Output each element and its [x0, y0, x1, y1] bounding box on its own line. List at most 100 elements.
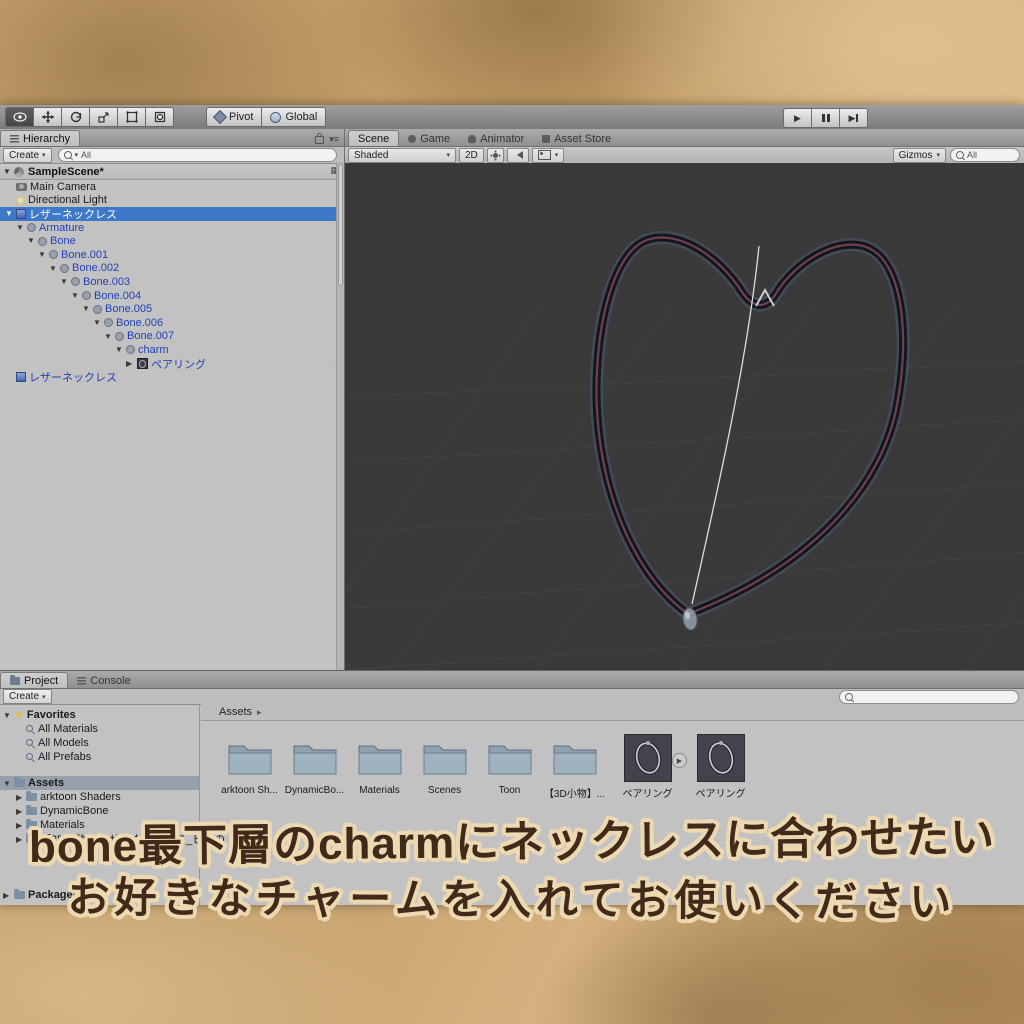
asset-folder-item[interactable]: arktoon Sh...	[217, 733, 282, 796]
asset-prefab-item[interactable]: ▶ペアリング	[615, 733, 680, 800]
pause-button[interactable]	[812, 108, 840, 128]
asset-folder-item[interactable]: Materials	[347, 733, 412, 796]
chevron-down-icon: ▾	[936, 151, 940, 159]
favorites-item[interactable]: All Materials	[0, 722, 199, 736]
tab-game[interactable]: Game	[399, 131, 459, 146]
foldout-icon[interactable]: ▶	[126, 359, 132, 368]
asset-folder-item[interactable]: Toon	[477, 733, 542, 796]
folder-tree-item[interactable]: ▶Materials	[0, 818, 199, 832]
2d-toggle-button[interactable]: 2D	[459, 148, 484, 163]
pivot-toggle-button[interactable]: Pivot	[206, 107, 262, 127]
asset-folder-item[interactable]: 【3D小物】...	[542, 733, 607, 800]
asset-item-label: Materials	[359, 785, 400, 796]
scene-viewport[interactable]	[345, 163, 1024, 670]
lighting-toggle-button[interactable]	[487, 148, 504, 163]
foldout-icon[interactable]: ▼	[3, 779, 11, 788]
favorites-item[interactable]: All Prefabs	[0, 750, 199, 764]
play-button[interactable]: ▶	[783, 108, 812, 128]
hierarchy-item[interactable]: ▼Bone.007	[0, 330, 344, 344]
hand-tool-button[interactable]	[5, 107, 34, 127]
hierarchy-item[interactable]: ▼Bone	[0, 234, 344, 248]
transform-tool-icon	[154, 111, 166, 123]
shading-mode-dropdown[interactable]: Shaded▾	[348, 148, 456, 163]
foldout-icon[interactable]: ▼	[60, 277, 68, 286]
foldout-icon[interactable]: ▼	[5, 209, 13, 218]
hierarchy-item[interactable]: Main Camera	[0, 180, 344, 194]
tab-console[interactable]: Console	[68, 673, 139, 688]
tab-scene[interactable]: Scene	[348, 130, 399, 146]
foldout-icon[interactable]: ▼	[104, 332, 112, 341]
assets-root-row[interactable]: ▼ Assets	[0, 776, 199, 790]
scene-view-panel: Scene Game Animator Asset Store Shaded▾ …	[345, 129, 1024, 670]
step-button[interactable]: ▶	[840, 108, 868, 128]
foldout-icon[interactable]: ▼	[16, 223, 24, 232]
asset-item-label: Scenes	[428, 785, 461, 796]
foldout-icon[interactable]: ▼	[3, 167, 11, 176]
foldout-icon[interactable]: ▼	[49, 264, 57, 273]
foldout-icon[interactable]: ▶	[16, 835, 22, 844]
asset-item-label: ペアリング	[623, 785, 673, 800]
scene-search-input[interactable]: All	[950, 148, 1020, 162]
asset-prefab-item[interactable]: ペアリング	[688, 733, 753, 800]
step-icon: ▶	[849, 113, 859, 124]
favorites-row[interactable]: ▼ ★ Favorites	[0, 708, 199, 722]
asset-folder-item[interactable]: DynamicBo...	[282, 733, 347, 796]
hierarchy-item[interactable]: ▼Bone.003	[0, 275, 344, 289]
hierarchy-item[interactable]: ▼Bone.002	[0, 262, 344, 276]
packages-row[interactable]: ▶ Packages	[0, 888, 213, 902]
rect-tool-button[interactable]	[118, 107, 146, 127]
assets-subtree: ▶arktoon Shaders▶DynamicBone▶Materials▶【…	[0, 790, 199, 846]
console-tab-label: Console	[90, 675, 130, 687]
project-create-button[interactable]: Create▾	[3, 689, 52, 704]
foldout-icon[interactable]: ▶	[16, 821, 22, 830]
lock-icon[interactable]	[315, 136, 324, 144]
move-tool-button[interactable]	[34, 107, 62, 127]
hierarchy-item[interactable]: レザーネックレス	[0, 370, 344, 384]
tab-asset-store[interactable]: Asset Store	[533, 131, 620, 146]
hierarchy-item[interactable]: ▼Bone.001	[0, 248, 344, 262]
tab-animator[interactable]: Animator	[459, 131, 533, 146]
project-search-input[interactable]	[839, 690, 1019, 704]
hierarchy-item[interactable]: ▼Bone.005	[0, 302, 344, 316]
breadcrumb-label[interactable]: Assets	[219, 706, 252, 718]
rotate-tool-button[interactable]	[62, 107, 90, 127]
star-icon: ★	[14, 710, 24, 721]
folder-icon	[421, 733, 469, 783]
scene-header-row[interactable]: ▼ SampleScene* ▦	[0, 164, 344, 180]
foldout-icon[interactable]: ▼	[27, 236, 35, 245]
foldout-icon[interactable]: ▶	[3, 891, 9, 900]
search-filter-chevron-icon: ▾	[75, 151, 79, 159]
global-toggle-button[interactable]: Global	[262, 107, 326, 127]
favorites-item[interactable]: All Models	[0, 736, 199, 750]
foldout-icon[interactable]: ▼	[115, 345, 123, 354]
foldout-icon[interactable]: ▶	[16, 807, 22, 816]
audio-toggle-button[interactable]	[507, 148, 529, 163]
hierarchy-item[interactable]: ▼Bone.004	[0, 289, 344, 303]
hierarchy-scrollbar[interactable]	[336, 162, 344, 670]
scale-tool-button[interactable]	[90, 107, 118, 127]
console-icon	[77, 677, 86, 685]
asset-folder-item[interactable]: Scenes	[412, 733, 477, 796]
expand-subassets-icon[interactable]: ▶	[672, 753, 687, 768]
tab-hierarchy[interactable]: Hierarchy	[0, 130, 80, 146]
effects-dropdown[interactable]: ▾	[532, 148, 565, 163]
hierarchy-create-button[interactable]: Create▾	[3, 148, 52, 163]
transform-tool-button[interactable]	[146, 107, 174, 127]
foldout-icon[interactable]: ▼	[38, 250, 46, 259]
folder-tree-item[interactable]: ▶DynamicBone	[0, 804, 199, 818]
foldout-icon[interactable]: ▶	[16, 793, 22, 802]
foldout-icon[interactable]: ▼	[82, 304, 90, 313]
foldout-icon[interactable]: ▼	[3, 711, 11, 720]
hierarchy-item[interactable]: ▼Armature	[0, 221, 344, 235]
tab-project[interactable]: Project	[0, 672, 68, 688]
hierarchy-search-input[interactable]: ▾ All	[58, 148, 337, 162]
folder-tree-item[interactable]: ▶【3D小物】レザーネックレス_ヒモの	[0, 832, 199, 846]
foldout-icon[interactable]: ▼	[93, 318, 101, 327]
gizmos-dropdown[interactable]: Gizmos▾	[893, 148, 946, 163]
hierarchy-item[interactable]: ▼レザーネックレス›	[0, 207, 344, 221]
foldout-icon[interactable]: ▼	[71, 291, 79, 300]
folder-tree-item[interactable]: ▶arktoon Shaders	[0, 790, 199, 804]
hierarchy-item[interactable]: ▼Bone.006	[0, 316, 344, 330]
panel-menu-icon[interactable]: ▾≡	[329, 135, 339, 144]
unity-editor-window: Pivot Global ▶ ▶ Hierarchy ▾≡	[0, 105, 1024, 905]
